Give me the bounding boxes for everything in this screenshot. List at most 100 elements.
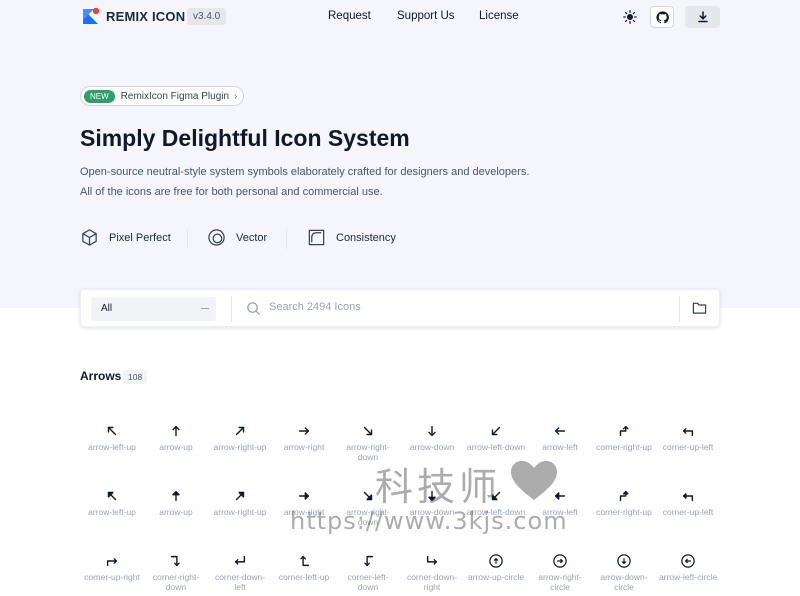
corner-up-left-icon bbox=[682, 428, 694, 437]
icon-label: arrow-down bbox=[409, 507, 455, 517]
arrow-down-circle-icon bbox=[617, 554, 631, 568]
arrow-left-icon bbox=[554, 492, 566, 500]
icon-card[interactable]: corner-up-left bbox=[656, 420, 720, 470]
select-dash-icon bbox=[201, 308, 209, 309]
icon-card[interactable]: arrow-up bbox=[144, 420, 208, 470]
nav-support-us[interactable]: Support Us bbox=[397, 10, 455, 22]
folder-icon[interactable] bbox=[692, 301, 707, 315]
feature-label: Vector bbox=[236, 231, 268, 244]
search-divider bbox=[679, 296, 680, 322]
icon-card[interactable]: corner-right-up bbox=[592, 420, 656, 470]
feature-label: Consistency bbox=[336, 231, 396, 244]
icon-card[interactable]: corner-up-right bbox=[80, 550, 144, 596]
arrow-left-icon bbox=[554, 427, 566, 435]
corner-down-right-icon bbox=[426, 555, 438, 565]
icon-card[interactable]: corner-down-left bbox=[208, 550, 272, 596]
pill-text: RemixIcon Figma Plugin bbox=[120, 90, 230, 102]
icon-card[interactable]: arrow-right bbox=[272, 485, 336, 535]
icon-card[interactable]: arrow-right-circle bbox=[528, 550, 592, 596]
icon-card[interactable]: arrow-right-up bbox=[208, 420, 272, 470]
category-select[interactable]: All bbox=[91, 297, 216, 321]
description-line-2: All of the icons are free for both perso… bbox=[80, 186, 383, 198]
github-button[interactable] bbox=[650, 6, 674, 28]
icon-label: corner-left-down bbox=[347, 572, 389, 592]
feature-divider bbox=[286, 229, 287, 249]
corner-up-right-icon bbox=[106, 558, 118, 567]
icon-label: corner-down-left bbox=[214, 572, 266, 592]
consistency-square-icon bbox=[308, 229, 325, 246]
arrow-up-circle-icon bbox=[489, 554, 503, 568]
cube-icon bbox=[82, 229, 97, 246]
hero-background bbox=[0, 0, 800, 308]
icon-card[interactable]: corner-down-right bbox=[400, 550, 464, 596]
icon-card[interactable]: corner-left-down bbox=[336, 550, 400, 596]
icon-card[interactable]: corner-right-down bbox=[144, 550, 208, 596]
icon-card[interactable]: arrow-right-down bbox=[336, 420, 400, 470]
description-line-1: Open-source neutral-style system symbols… bbox=[80, 166, 530, 178]
icon-card[interactable]: arrow-down-circle bbox=[592, 550, 656, 596]
arrow-right-up-icon bbox=[235, 426, 245, 436]
icon-card[interactable]: corner-up-left bbox=[656, 485, 720, 535]
icon-card[interactable]: arrow-right bbox=[272, 420, 336, 470]
arrow-down-icon bbox=[428, 490, 436, 502]
nav-license[interactable]: License bbox=[479, 10, 519, 22]
icon-label: arrow-right-up bbox=[213, 507, 267, 517]
feature-pixel-perfect: Pixel Perfect bbox=[80, 228, 171, 247]
icon-card[interactable]: arrow-left-up bbox=[80, 420, 144, 470]
icon-label: corner-up-left bbox=[662, 507, 714, 517]
arrow-right-down-icon bbox=[363, 491, 373, 501]
icon-card[interactable]: arrow-right-up bbox=[208, 485, 272, 535]
icon-label: corner-right-down bbox=[152, 572, 200, 592]
icon-card[interactable]: arrow-down bbox=[400, 420, 464, 470]
icon-label: corner-down-right bbox=[406, 572, 458, 592]
feature-divider bbox=[187, 229, 188, 249]
icon-card[interactable]: arrow-up-circle bbox=[464, 550, 528, 596]
icon-card[interactable]: arrow-down bbox=[400, 485, 464, 535]
download-icon bbox=[697, 11, 708, 23]
icon-card[interactable]: arrow-left-down bbox=[464, 485, 528, 535]
icon-card[interactable]: arrow-left bbox=[528, 485, 592, 535]
arrow-right-icon bbox=[298, 492, 310, 500]
download-button[interactable] bbox=[685, 6, 720, 28]
arrow-left-down-icon bbox=[491, 426, 501, 436]
icon-card[interactable]: arrow-right-down bbox=[336, 485, 400, 535]
icon-label: corner-left-up bbox=[278, 572, 330, 582]
icon-card[interactable]: arrow-left-down bbox=[464, 420, 528, 470]
icon-card[interactable]: corner-right-up bbox=[592, 485, 656, 535]
vector-circle-icon bbox=[208, 229, 225, 246]
remixicon-logo-icon bbox=[82, 7, 100, 25]
theme-toggle-button[interactable] bbox=[618, 6, 642, 28]
feature-vector: Vector bbox=[207, 228, 267, 247]
corner-up-left-icon bbox=[682, 493, 694, 502]
icon-label: arrow-right-down bbox=[346, 442, 390, 462]
icon-card[interactable]: arrow-left-circle bbox=[656, 550, 720, 596]
arrow-down-icon bbox=[428, 425, 436, 437]
search-input[interactable] bbox=[269, 301, 669, 313]
figma-plugin-link[interactable]: NEW RemixIcon Figma Plugin › bbox=[80, 86, 245, 106]
corner-right-down-icon bbox=[170, 555, 180, 567]
icon-label: arrow-up-circle bbox=[467, 572, 525, 582]
icon-label: arrow-left bbox=[542, 442, 578, 452]
icon-card[interactable]: arrow-left-up bbox=[80, 485, 144, 535]
search-bar: All bbox=[80, 289, 720, 327]
github-icon bbox=[655, 10, 669, 23]
arrow-right-circle-icon bbox=[553, 554, 567, 568]
icon-card[interactable]: corner-left-up bbox=[272, 550, 336, 596]
icon-label: corner-right-up bbox=[596, 442, 652, 452]
icon-label: corner-up-left bbox=[662, 442, 714, 452]
corner-left-down-icon bbox=[364, 555, 374, 567]
icon-card[interactable]: arrow-up bbox=[144, 485, 208, 535]
icon-card[interactable]: arrow-left bbox=[528, 420, 592, 470]
icon-label: arrow-down-circle bbox=[600, 572, 648, 592]
arrow-left-down-icon bbox=[491, 491, 501, 501]
icon-label: arrow-left-up bbox=[88, 507, 136, 517]
logo[interactable]: REMIX ICON bbox=[82, 7, 185, 25]
nav-request[interactable]: Request bbox=[328, 10, 371, 22]
sun-icon bbox=[623, 10, 637, 24]
icon-label: arrow-left-up bbox=[88, 442, 136, 452]
version-badge: v3.4.0 bbox=[187, 8, 227, 25]
icon-label: arrow-left-circle bbox=[658, 572, 718, 582]
feature-consistency: Consistency bbox=[307, 228, 396, 247]
icon-label: arrow-right-down bbox=[346, 507, 390, 527]
icon-label: arrow-right bbox=[283, 507, 325, 517]
